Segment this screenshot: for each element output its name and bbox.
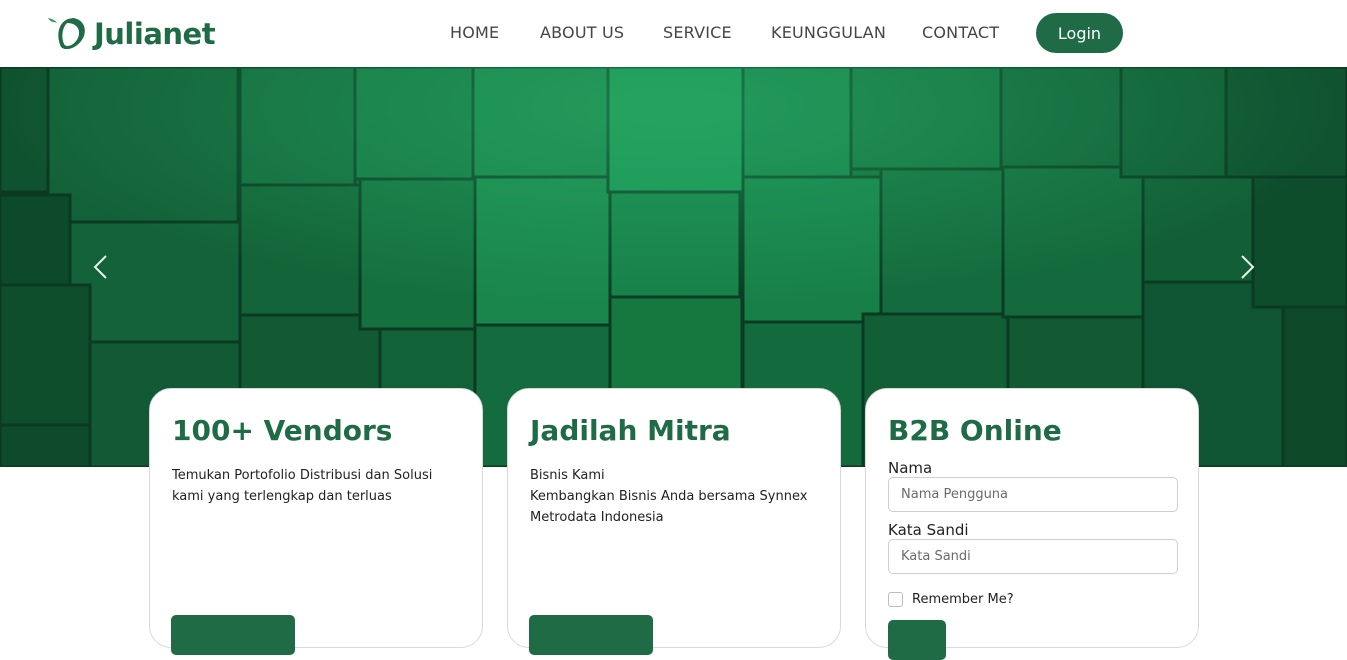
nav-about-us[interactable]: ABOUT US	[540, 23, 624, 42]
nav-contact[interactable]: CONTACT	[922, 23, 999, 42]
b2b-login-submit-button[interactable]	[888, 620, 946, 660]
login-button[interactable]: Login	[1036, 13, 1123, 53]
username-label: Nama	[888, 459, 933, 477]
b2b-login-card: B2B Online Nama Kata Sandi Remember Me?	[865, 388, 1199, 660]
password-label: Kata Sandi	[888, 521, 969, 539]
mitra-card-line1: Bisnis Kami	[530, 468, 605, 483]
remember-me-row: Remember Me?	[888, 592, 1014, 607]
mitra-card-title: Jadilah Mitra	[530, 414, 731, 447]
password-input[interactable]	[888, 539, 1178, 574]
nav-keunggulan[interactable]: KEUNGGULAN	[771, 23, 886, 42]
nav-service[interactable]: SERVICE	[663, 23, 732, 42]
remember-me-checkbox[interactable]	[888, 592, 903, 607]
carousel-prev-icon[interactable]	[86, 252, 116, 282]
mitra-card-text: Bisnis Kami Kembangkan Bisnis Anda bersa…	[530, 465, 818, 528]
brand-name: Julianet	[94, 17, 216, 51]
mitra-card: Jadilah Mitra Bisnis Kami Kembangkan Bis…	[507, 388, 841, 655]
vendors-card-title: 100+ Vendors	[172, 414, 393, 447]
nav-home[interactable]: HOME	[450, 23, 499, 42]
b2b-card-title: B2B Online	[888, 414, 1062, 447]
mitra-card-line2: Kembangkan Bisnis Anda bersama Synnex Me…	[530, 489, 808, 525]
vendors-card: 100+ Vendors Temukan Portofolio Distribu…	[149, 388, 483, 655]
carousel-next-icon[interactable]	[1232, 252, 1262, 282]
vendors-card-button[interactable]	[171, 615, 295, 655]
leaf-logo-icon	[48, 18, 85, 50]
username-input[interactable]	[888, 477, 1178, 512]
navbar: Julianet HOME ABOUT US SERVICE KEUNGGULA…	[0, 0, 1347, 67]
brand-logo[interactable]: Julianet	[46, 14, 216, 54]
mitra-card-button[interactable]	[529, 615, 653, 655]
remember-me-label: Remember Me?	[912, 592, 1014, 607]
vendors-card-text: Temukan Portofolio Distribusi dan Solusi…	[172, 468, 433, 504]
